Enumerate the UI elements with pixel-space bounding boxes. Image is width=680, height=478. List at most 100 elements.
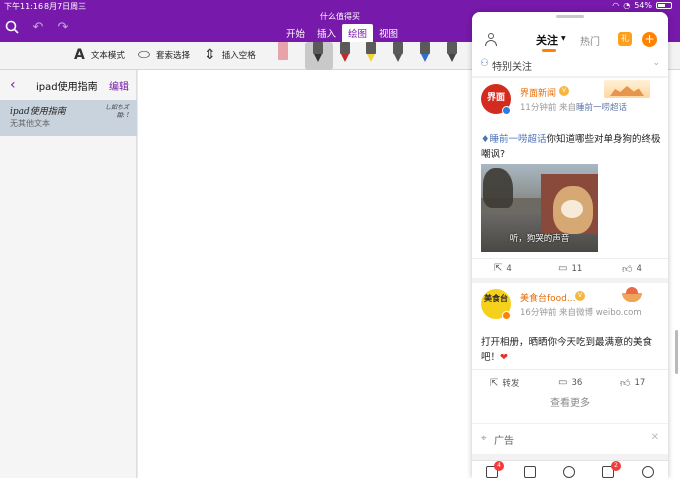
- repost-button[interactable]: ⇱ 4: [494, 263, 512, 274]
- search-icon[interactable]: [4, 20, 20, 36]
- yellow-highlighter-icon[interactable]: [364, 42, 378, 66]
- account-name[interactable]: 美食台food...: [520, 291, 575, 304]
- page-title: ipad使用指南: [10, 107, 66, 117]
- tab-draw[interactable]: 绘图: [342, 24, 374, 42]
- post-meta: 11分钟前 来自睡前一唠超话: [520, 101, 627, 113]
- text-mode-button[interactable]: A 文本模式: [74, 48, 125, 62]
- thumbs-up-icon: 👍︎: [622, 264, 633, 275]
- location-pin-icon: ⌖: [481, 433, 487, 444]
- comment-button[interactable]: ▭ 36: [558, 377, 582, 388]
- page-date-line1: し如ちズ: [104, 104, 129, 111]
- lasso-select-label: 套索选择: [155, 51, 190, 61]
- header-decoration-icon: [604, 80, 650, 98]
- post-source[interactable]: 睡前一唠超话: [576, 103, 627, 113]
- slideover-grip[interactable]: [556, 15, 584, 18]
- heart-icon: ❤: [500, 352, 508, 363]
- like-count: 4: [636, 264, 642, 274]
- account-name[interactable]: 界面新闻: [520, 86, 556, 99]
- food-bowl-icon: [620, 285, 644, 303]
- comment-count: 36: [571, 377, 583, 388]
- like-button[interactable]: 👍︎ 4: [622, 263, 642, 275]
- post-text: ♦睡前一唠超话你知道哪些对单身狗的终极嘲讽?: [481, 132, 661, 162]
- tab-insert[interactable]: 插入: [311, 24, 342, 42]
- thumbs-up-icon: 👍︎: [620, 378, 631, 389]
- see-more-button[interactable]: 查看更多: [472, 392, 668, 416]
- post-topic-link[interactable]: 睡前一唠超话: [490, 134, 547, 145]
- red-pen-icon[interactable]: [338, 42, 352, 66]
- discover-icon[interactable]: [563, 466, 575, 478]
- redo-icon[interactable]: ↷: [55, 20, 71, 36]
- gray-pen-icon[interactable]: [391, 42, 405, 66]
- ribbon-tabs: 开始 插入 绘图 视图: [280, 24, 404, 42]
- undo-icon[interactable]: ↶: [30, 20, 46, 36]
- follow-dropdown-icon[interactable]: ▼: [561, 35, 566, 42]
- like-button[interactable]: 👍︎ 17: [620, 377, 645, 389]
- insert-space-label: 插入空格: [221, 51, 256, 61]
- member-badge-icon: V: [575, 291, 585, 301]
- weibo-slideover: 关注 ▼ 热门 礼 + ⚇ 特别关注 ⌄ 界面 界面新闻 V 11分钟前 来自睡…: [472, 12, 668, 478]
- edit-button[interactable]: 编辑: [109, 78, 129, 93]
- post-source: weibo.com: [595, 308, 642, 318]
- profile-icon[interactable]: [484, 32, 498, 46]
- post-source-prefix: 来自: [559, 103, 577, 113]
- lasso-select-button[interactable]: ⬭ 套索选择: [138, 48, 190, 62]
- video-icon[interactable]: [524, 466, 536, 478]
- repost-label: 转发: [502, 379, 520, 389]
- user-group-icon: ⚇: [480, 58, 489, 69]
- special-follow-label: 特别关注: [492, 62, 532, 73]
- post-meta: 16分钟前 来自微博 weibo.com: [520, 306, 642, 318]
- comment-count: 11: [571, 263, 583, 274]
- repost-icon: ⇱: [490, 377, 499, 389]
- orientation-lock-icon: ◔: [623, 1, 631, 10]
- like-count: 17: [634, 378, 646, 388]
- pages-header: ‹ ipad使用指南 编辑: [0, 70, 136, 100]
- post-image[interactable]: 听，狗哭的声音: [481, 164, 598, 252]
- tab-hot[interactable]: 热门: [580, 33, 600, 48]
- back-chevron-icon[interactable]: ‹: [10, 77, 16, 93]
- compose-plus-icon[interactable]: +: [642, 32, 657, 47]
- comment-icon: ▭: [558, 377, 568, 388]
- blue-pen-icon[interactable]: [418, 42, 432, 66]
- ad-label: 广告: [494, 436, 514, 447]
- divider: [472, 369, 668, 370]
- eraser-icon[interactable]: [276, 42, 290, 66]
- insert-space-button[interactable]: ⇕ 插入空格: [204, 48, 256, 62]
- verified-badge-icon: [502, 311, 511, 320]
- repost-count: 4: [506, 263, 512, 274]
- lasso-icon: ⬭: [138, 47, 150, 63]
- battery-percent: 54%: [634, 1, 652, 10]
- post-time: 16分钟前: [520, 308, 557, 318]
- topic-icon: ♦: [481, 134, 490, 145]
- gift-icon[interactable]: 礼: [618, 32, 632, 46]
- page-subtitle: 无其他文本: [10, 119, 50, 128]
- special-follow-bar[interactable]: ⚇ 特别关注 ⌄: [472, 54, 668, 76]
- bottom-nav: 4 2: [472, 460, 668, 478]
- status-indicators: ◠ ◔ 54%: [612, 1, 672, 10]
- pages-panel: ‹ ipad使用指南 编辑 ipad使用指南 无其他文本 し如ちズ 甜: !: [0, 70, 137, 478]
- tab-follow[interactable]: 关注: [536, 32, 558, 48]
- divider: [472, 258, 668, 259]
- repost-icon: ⇱: [494, 263, 503, 274]
- insert-space-icon: ⇕: [204, 47, 216, 63]
- page-date-line2: 甜: !: [116, 112, 129, 119]
- dark-pen-icon[interactable]: [445, 42, 459, 66]
- battery-icon: [656, 2, 672, 9]
- active-tab-indicator: [542, 49, 556, 52]
- tab-home[interactable]: 开始: [280, 24, 311, 42]
- me-icon[interactable]: [642, 466, 654, 478]
- feed-post: 界面 界面新闻 V 11分钟前 来自睡前一唠超话 ♦睡前一唠超话你知道哪些对单身…: [472, 78, 668, 278]
- ad-card: ⌖ 广告 ✕: [472, 424, 668, 454]
- canvas-scrollbar[interactable]: [675, 330, 678, 374]
- page-date: し如ちズ 甜: !: [103, 104, 129, 120]
- close-icon[interactable]: ✕: [651, 432, 659, 443]
- image-caption: 听，狗哭的声音: [509, 234, 570, 244]
- tab-view[interactable]: 视图: [373, 24, 404, 42]
- text-mode-label: 文本模式: [90, 51, 125, 61]
- comment-button[interactable]: ▭ 11: [558, 263, 582, 274]
- repost-button[interactable]: ⇱ 转发: [490, 377, 520, 390]
- black-pen-icon[interactable]: [311, 42, 325, 66]
- post-time: 11分钟前: [520, 103, 557, 113]
- page-list-item[interactable]: ipad使用指南 无其他文本 し如ちズ 甜: !: [0, 100, 137, 136]
- chevron-down-icon[interactable]: ⌄: [652, 58, 660, 68]
- post-source-prefix: 来自微博: [559, 308, 594, 318]
